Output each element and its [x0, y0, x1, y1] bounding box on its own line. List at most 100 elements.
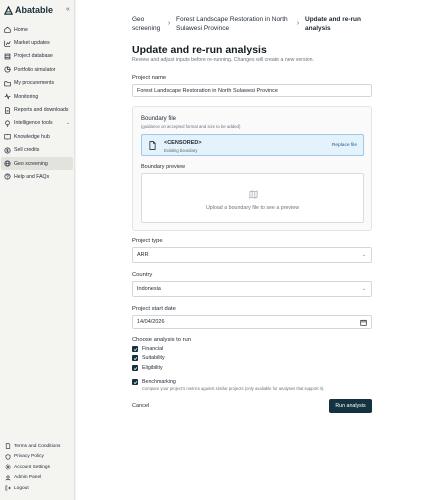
admin-icon [4, 474, 11, 481]
suitability-checkbox-row[interactable]: Suitability [132, 355, 165, 361]
dollar-icon [4, 147, 11, 154]
project-name-label: Project name [132, 75, 167, 81]
report-icon [4, 106, 11, 114]
sidebar-nav: Home Market updates Project database Por… [0, 23, 74, 184]
sidebar-item-my-procurements[interactable]: My procurements [0, 77, 74, 90]
doc-icon [4, 443, 11, 450]
project-name-value: Forest Landscape Restoration in North Su… [137, 87, 278, 94]
sidebar-item-label: Geo screening [14, 160, 48, 167]
main-content: Geo screening › Forest Landscape Restora… [76, 0, 427, 500]
replace-file-button[interactable]: Replace file [332, 143, 357, 148]
breadcrumb: Geo screening › Forest Landscape Restora… [132, 16, 365, 33]
collapse-sidebar-button[interactable]: « [66, 6, 70, 13]
sidebar-item-label: Privacy Policy [14, 454, 44, 460]
start-date-label: Project start date [132, 306, 176, 312]
shield-icon [4, 453, 11, 460]
sidebar-item-label: Portfolio simulator [14, 66, 56, 73]
financial-checkbox-row[interactable]: Financial [132, 346, 163, 352]
breadcrumb-geo-screening[interactable]: Geo screening [132, 16, 162, 33]
benchmarking-description: Compare your project's metrics against s… [142, 386, 325, 391]
boundary-file-status: Existing boundary [164, 147, 198, 153]
map-icon [249, 190, 258, 199]
chevron-down-icon[interactable]: ⌄ [66, 120, 70, 126]
sidebar-item-label: Help and FAQs [14, 173, 50, 180]
checkbox-checked[interactable] [132, 379, 138, 385]
sidebar-item-help-and-faqs[interactable]: Help and FAQs [0, 170, 74, 183]
sidebar-item-project-database[interactable]: Project database [0, 50, 74, 63]
sidebar-item-knowledge-hub[interactable]: Knowledge hub [0, 130, 74, 143]
pie-icon [4, 66, 11, 73]
project-name-input[interactable]: Forest Landscape Restoration in North Su… [132, 84, 372, 97]
boundary-preview-placeholder: Upload a boundary file to see a preview [205, 205, 300, 211]
chevron-down-icon: ⌄ [361, 252, 366, 258]
checkbox-checked[interactable] [132, 365, 138, 371]
chevron-right-icon: › [167, 20, 171, 27]
sidebar-item-label: Terms and Conditions [14, 443, 61, 449]
monitor-icon [4, 93, 11, 100]
chevron-down-icon: ⌄ [361, 286, 366, 292]
sidebar-item-portfolio-simulator[interactable]: Portfolio simulator [0, 63, 74, 76]
start-date-input[interactable]: 14/04/2026 [132, 315, 372, 329]
project-type-label: Project type [132, 238, 163, 244]
breadcrumb-current: Update and re-run analysis [305, 16, 361, 32]
country-label: Country [132, 272, 153, 278]
globe-icon [4, 160, 11, 167]
boundary-file-help: (guidance on accepted format and size to… [141, 124, 241, 129]
file-icon [149, 141, 156, 150]
bulb-icon [4, 120, 11, 127]
sidebar-item-sell-credits[interactable]: Sell credits [0, 144, 74, 157]
chevron-right-icon: › [296, 20, 300, 27]
page-title: Update and re-run analysis [132, 44, 267, 56]
sidebar-item-label: Admin Panel [14, 475, 42, 481]
eligibility-checkbox-row[interactable]: Eligibility [132, 365, 163, 371]
suitability-label: Suitability [142, 355, 165, 361]
analysis-label: Choose analysis to run [132, 337, 191, 343]
sidebar-item-label: Intelligence tools [14, 120, 53, 127]
sidebar-item-reports-and-downloads[interactable]: Reports and downloads [0, 103, 74, 116]
boundary-file-item: <CENSORED> Existing boundary Replace fil… [141, 134, 364, 156]
start-date-value: 14/04/2026 [137, 319, 165, 325]
page-subtitle: Review and adjust inputs before re-runni… [132, 57, 314, 63]
sidebar-item-privacy[interactable]: Privacy Policy [0, 452, 74, 463]
sidebar: Abatable « Home Market updates Project d… [0, 0, 75, 500]
country-select[interactable]: Indonesia ⌄ [132, 281, 372, 297]
sidebar-item-label: Monitoring [14, 93, 39, 100]
sidebar-item-label: My procurements [14, 80, 55, 87]
benchmarking-label: Benchmarking [142, 379, 176, 385]
book-icon [4, 133, 11, 141]
sidebar-item-intelligence-tools[interactable]: Intelligence tools ⌄ [0, 117, 74, 130]
folder-icon [4, 80, 11, 87]
benchmarking-checkbox-row[interactable]: Benchmarking [132, 379, 176, 385]
sidebar-item-label: Sell credits [14, 147, 40, 154]
sidebar-item-terms[interactable]: Terms and Conditions [0, 441, 74, 452]
breadcrumb-project[interactable]: Forest Landscape Restoration in North Su… [176, 16, 291, 33]
sidebar-item-home[interactable]: Home [0, 23, 74, 36]
gear-icon [4, 464, 11, 471]
sidebar-item-label: Home [14, 26, 28, 33]
sidebar-item-account-settings[interactable]: Account Settings [0, 462, 74, 473]
sidebar-item-logout[interactable]: Logout [0, 483, 74, 494]
project-type-select[interactable]: ARR ⌄ [132, 247, 372, 263]
calendar-icon[interactable] [360, 319, 367, 326]
sidebar-footer: Terms and Conditions Privacy Policy Acco… [0, 441, 74, 494]
financial-label: Financial [142, 346, 164, 352]
sidebar-item-label: Logout [14, 485, 29, 491]
cancel-button[interactable]: Cancel [132, 403, 149, 409]
boundary-card: Boundary file (guidance on accepted form… [132, 106, 372, 231]
logout-icon [4, 485, 11, 492]
chart-icon [4, 40, 11, 47]
database-icon [4, 53, 11, 60]
sidebar-item-label: Knowledge hub [14, 133, 50, 140]
sidebar-item-market-updates[interactable]: Market updates [0, 36, 74, 49]
run-analysis-button[interactable]: Run analysis [329, 399, 372, 413]
checkbox-checked[interactable] [132, 355, 138, 361]
sidebar-item-geo-screening[interactable]: Geo screening [1, 156, 73, 171]
sidebar-item-admin-panel[interactable]: Admin Panel [0, 473, 74, 484]
boundary-preview: Upload a boundary file to see a preview [141, 173, 364, 223]
app-logo[interactable]: Abatable [4, 5, 53, 15]
logo-icon [4, 5, 13, 15]
sidebar-item-monitoring[interactable]: Monitoring [0, 90, 74, 103]
country-value: Indonesia [137, 286, 161, 292]
help-icon [4, 173, 11, 180]
checkbox-checked[interactable] [132, 346, 138, 352]
